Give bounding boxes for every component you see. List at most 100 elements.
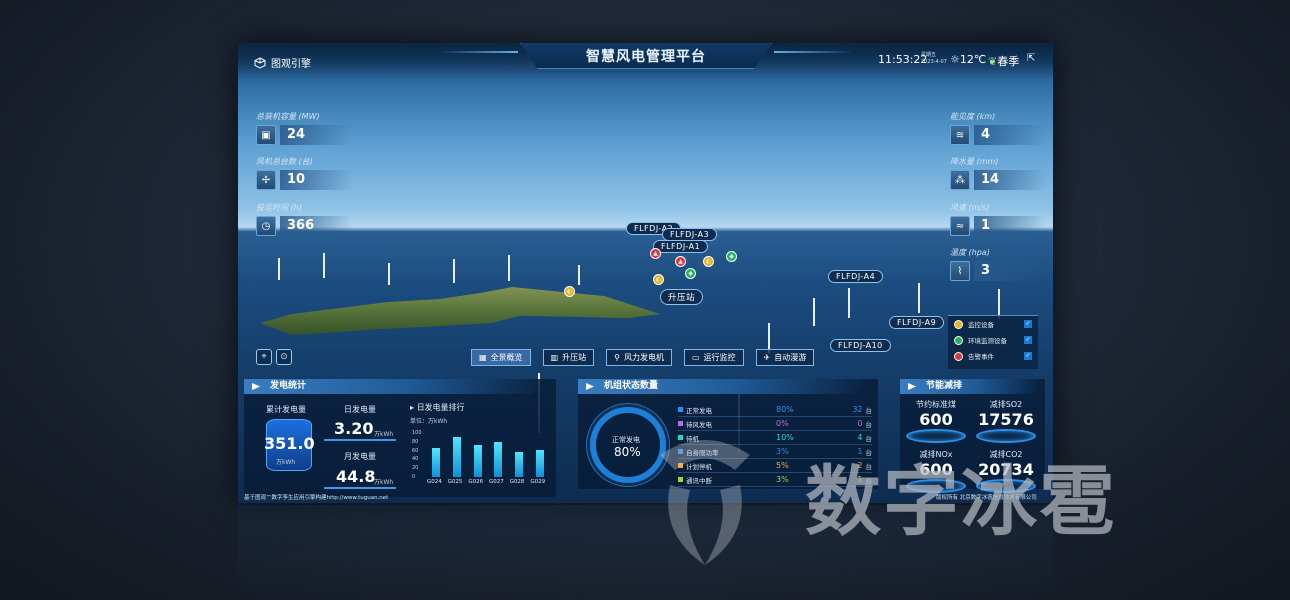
turbine-label-a10[interactable]: FLFDJ-A10 — [830, 339, 891, 352]
clock: 11:53:22 — [878, 53, 928, 66]
monitor-device-icon — [954, 319, 963, 329]
stat-value: 366 — [280, 216, 352, 236]
nav-monitor-button[interactable]: ▭ 运行监控 — [683, 349, 744, 366]
status-unit: 台 — [865, 420, 873, 429]
turbine-label-a1[interactable]: FLFDJ-A1 — [653, 240, 709, 253]
stat-label: 投运时间 (h) — [256, 203, 302, 212]
turbine-mast — [453, 259, 455, 283]
nav-label: 升压站 — [562, 353, 587, 362]
reset-view-icon[interactable]: ⊙ — [276, 349, 292, 365]
grid-icon: ▦ — [479, 353, 487, 362]
energy-value: 17576 — [978, 410, 1034, 429]
total-value: 351.0 — [264, 434, 315, 453]
turbine-label-a9[interactable]: FLFDJ-A9 — [889, 316, 945, 329]
weather: ☼12℃ — [950, 53, 986, 66]
chart-icon: ▥ — [550, 353, 559, 362]
monthly-label: 月发电量 — [344, 452, 376, 461]
energy-label: 节约标准煤 — [916, 400, 956, 409]
alarm-event-pin[interactable]: ▲ — [675, 256, 686, 267]
panel-title: 发电统计 — [244, 379, 544, 394]
monitor-device-pin[interactable]: ◐ — [564, 286, 575, 297]
page-title: 智慧风电管理平台 — [586, 49, 706, 65]
turbine-mast — [508, 255, 510, 281]
checkbox-icon[interactable]: ✓ — [1024, 336, 1032, 344]
turbine-mast — [848, 288, 850, 318]
turbine-label-a4[interactable]: FLFDJ-A4 — [828, 270, 884, 283]
monitor-device-pin[interactable]: ◐ — [703, 256, 714, 267]
legend-item-environment[interactable]: 环境监测设备 ✓ — [948, 332, 1038, 348]
monthly-value: 44.8 — [336, 467, 376, 486]
status-unit: 台 — [865, 406, 873, 415]
logo: 图观引擎 — [254, 55, 311, 70]
stat-value: 4 — [974, 125, 1046, 145]
date-text: 2023-4-07 — [921, 59, 947, 65]
y-tick-label: 0 — [412, 474, 416, 480]
thermometer-icon: ⌇ — [950, 261, 970, 281]
stat-total-capacity: 总装机容量 (MW) ▣ 24 — [256, 111, 352, 145]
nav-substation-button[interactable]: ▥ 升压站 — [542, 349, 595, 366]
stat-value: 3 — [974, 261, 1046, 281]
daily-label: 日发电量 — [344, 405, 376, 414]
scene-nav: ▦ 全景概览 ▥ 升压站 ⚲ 风力发电机 ▭ 运行监控 ✈ 自动漫游 — [471, 349, 815, 366]
y-tick-label: 40 — [412, 456, 419, 463]
temperature-text: 12℃ — [959, 53, 987, 66]
x-tick-label: G026 — [468, 479, 484, 485]
y-tick-label: 100 — [412, 430, 422, 436]
environment-device-pin[interactable]: ◆ — [726, 251, 737, 262]
status-row: 正常发电 80% 32 台 — [678, 403, 872, 417]
checkbox-icon[interactable]: ✓ — [1024, 320, 1032, 328]
bar-g029[interactable] — [535, 449, 544, 477]
y-tick-label: 80 — [412, 438, 419, 445]
legend-label: 监控设备 — [968, 321, 994, 329]
alarm-event-icon — [954, 351, 963, 361]
stat-temperature: 温度 (hpa) ⌇ 3 — [950, 247, 1046, 281]
total-unit: 万kWh — [276, 459, 296, 466]
stat-visibility: 能见度 (km) ≋ 4 — [950, 111, 1046, 145]
bar-g028[interactable] — [515, 451, 523, 477]
rank-title: ▸ 日发电量排行 — [410, 403, 465, 412]
bar-g024[interactable] — [432, 448, 441, 477]
legend-label: 告警事件 — [968, 353, 994, 361]
turbine-mast — [323, 253, 325, 278]
monitor-device-pin[interactable]: ◐ — [653, 274, 664, 285]
substation-label[interactable]: 升压站 — [660, 289, 704, 305]
checkbox-icon[interactable]: ✓ — [1024, 352, 1032, 360]
season-text: 春季 — [997, 55, 1020, 68]
locate-icon[interactable]: ⌖ — [256, 349, 272, 365]
exit-icon[interactable]: ⇱ — [1027, 53, 1035, 64]
bar-g026[interactable] — [473, 445, 482, 477]
turbine-mast — [388, 263, 390, 285]
turbine-mast — [278, 258, 280, 280]
turbine-icon: ⚲ — [614, 353, 620, 362]
nav-turbine-button[interactable]: ⚲ 风力发电机 — [606, 349, 672, 366]
stat-label: 风机总台数 (台) — [256, 157, 313, 166]
bar-g027[interactable] — [494, 441, 503, 477]
x-tick-label: G028 — [509, 479, 525, 485]
rank-title-text: 日发电量排行 — [416, 403, 465, 412]
stat-value: 14 — [974, 170, 1046, 190]
chip-icon: ▣ — [256, 125, 276, 145]
status-color-swatch — [678, 407, 683, 412]
x-tick-label: G029 — [530, 479, 546, 485]
y-tick-label: 20 — [412, 465, 419, 472]
status-label: 正常发电 — [686, 406, 712, 415]
status-percent: 0% — [776, 419, 789, 428]
energy-item: 减排SO2 17576 — [976, 399, 1036, 443]
panel-title: 节能减排 — [900, 379, 1040, 394]
environment-device-pin[interactable]: ◆ — [685, 268, 696, 279]
x-tick-label: G027 — [489, 479, 504, 485]
nav-roam-button[interactable]: ✈ 自动漫游 — [755, 349, 815, 366]
nav-overview-button[interactable]: ▦ 全景概览 — [471, 349, 531, 366]
stat-value: 24 — [280, 125, 352, 145]
rank-unit: 单位：万kWh — [410, 418, 448, 425]
stat-rainfall: 降水量 (mm) ⁂ 14 — [950, 156, 1046, 190]
status-count: 0 — [857, 419, 863, 428]
alarm-event-pin[interactable]: ▲ — [650, 248, 661, 259]
daily-unit: 万kWh — [374, 431, 394, 438]
legend-label: 环境监测设备 — [968, 337, 1007, 345]
legend-item-alarm[interactable]: 告警事件 ✓ — [948, 348, 1038, 364]
x-tick-label: G024 — [427, 479, 442, 485]
legend-item-monitor[interactable]: 监控设备 ✓ — [948, 316, 1038, 332]
bar-g025[interactable] — [453, 437, 461, 477]
island-terrain — [260, 287, 660, 335]
